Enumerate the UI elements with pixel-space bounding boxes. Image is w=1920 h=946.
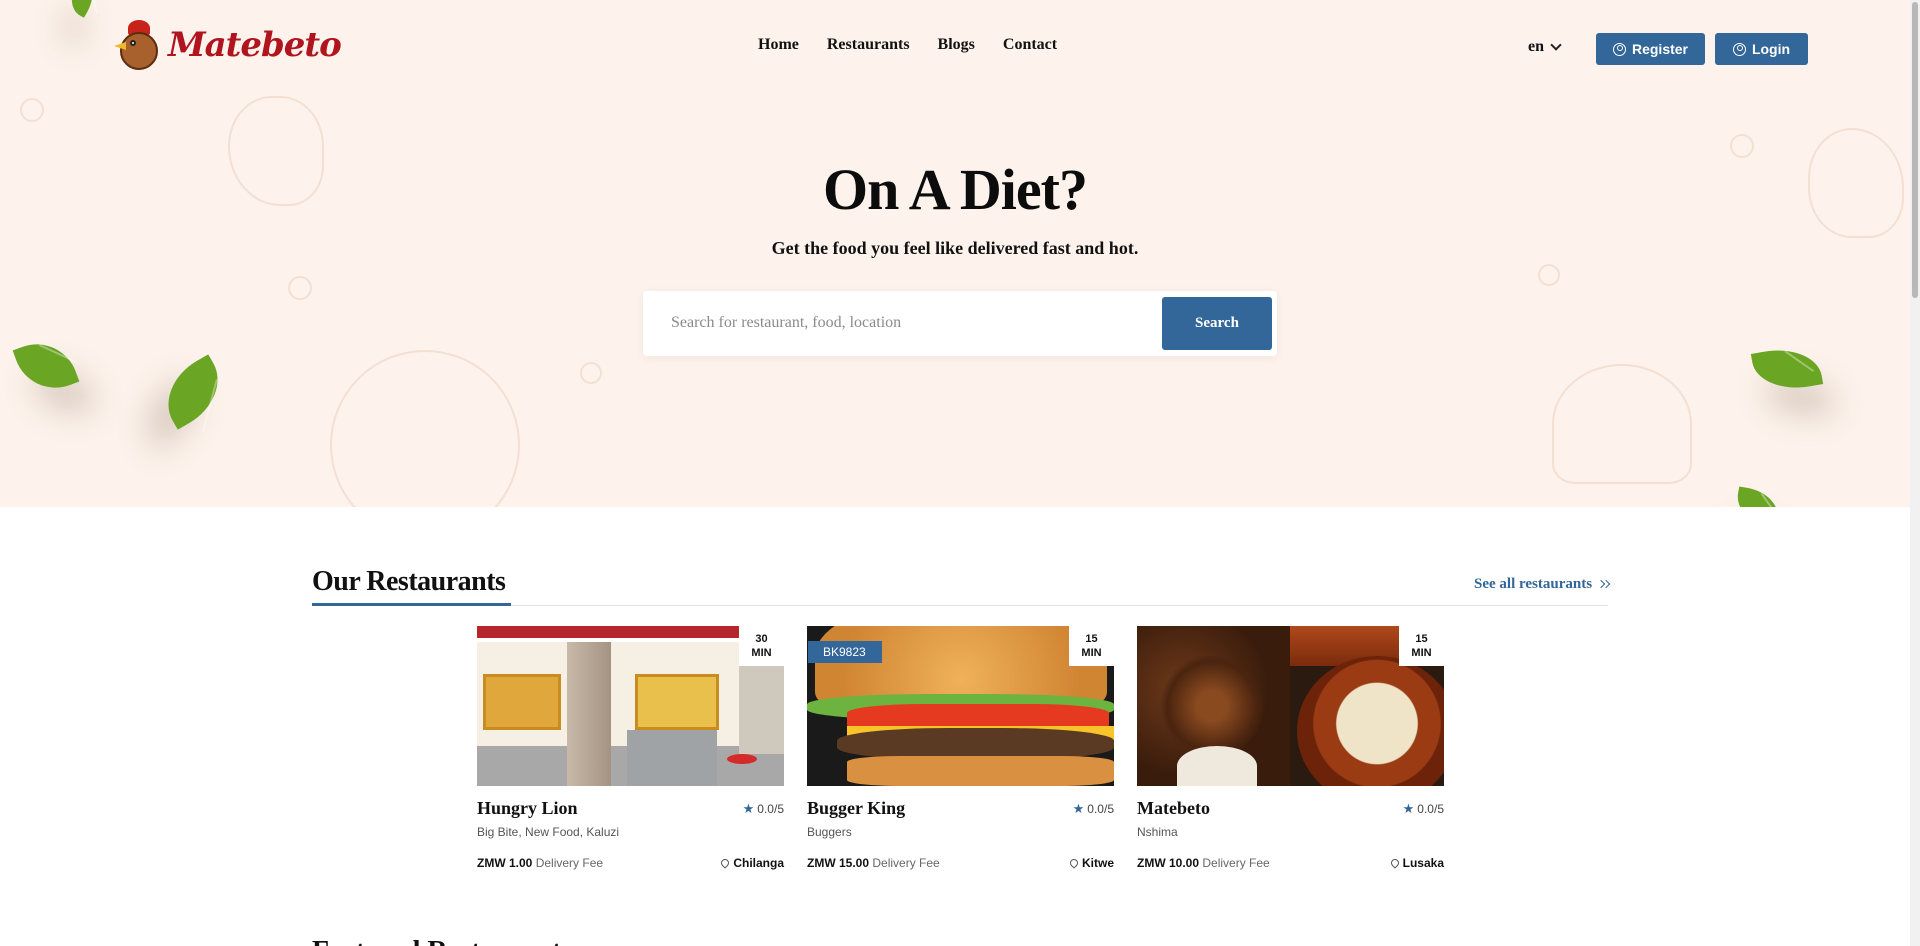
brand-logo[interactable]: Matebeto <box>114 18 342 72</box>
section-title: Our Restaurants <box>312 566 506 597</box>
map-pin-icon <box>1388 857 1401 869</box>
nav-restaurants[interactable]: Restaurants <box>827 36 910 54</box>
user-circle-icon <box>1732 42 1746 56</box>
restaurant-name[interactable]: Hungry Lion <box>477 798 578 819</box>
restaurant-image[interactable]: BK9823 15 MIN <box>807 626 1114 786</box>
restaurant-location: Lusaka <box>1388 856 1444 870</box>
search-button[interactable]: Search <box>1162 297 1272 350</box>
section-title-underline <box>312 603 511 606</box>
delivery-fee-label: Delivery Fee <box>872 856 940 870</box>
rooster-logo-icon <box>114 18 166 72</box>
delivery-fee-amount: ZMW 15.00 <box>807 856 870 870</box>
restaurant-card[interactable]: 30 MIN Hungry Lion ★ 0.0/5 Big Bite, New… <box>477 626 784 871</box>
restaurant-name[interactable]: Matebeto <box>1137 798 1210 819</box>
decorative-doodle <box>1552 364 1692 484</box>
login-label: Login <box>1751 41 1791 57</box>
restaurant-categories: Big Bite, New Food, Kaluzi <box>477 825 620 839</box>
delivery-fee-amount: ZMW 1.00 <box>477 856 533 870</box>
scrollbar-thumb[interactable] <box>1912 2 1918 298</box>
double-chevron-right-icon <box>1596 579 1611 590</box>
restaurant-categories: Nshima <box>1137 825 1178 839</box>
delivery-fee-label: Delivery Fee <box>535 856 604 870</box>
delivery-time-value: 15 <box>1085 633 1098 645</box>
rating-value: 0.0/5 <box>1087 802 1114 816</box>
location-value: Chilanga <box>733 856 784 870</box>
basil-leaf <box>152 354 234 430</box>
basil-leaf <box>1733 486 1783 507</box>
language-value: en <box>1528 38 1544 55</box>
restaurant-location: Chilanga <box>719 856 784 870</box>
register-label: Register <box>1631 41 1689 57</box>
decorative-doodle <box>20 98 44 122</box>
restaurant-card[interactable]: BK9823 15 MIN Bugger King ★ 0.0/5 Bugger… <box>807 626 1114 871</box>
search-input[interactable] <box>671 305 1141 341</box>
next-section-title: Featured Restaurants <box>312 936 572 946</box>
delivery-time-unit: MIN <box>1081 647 1102 659</box>
hero-subtitle: Get the food you feel like delivered fas… <box>771 238 1139 258</box>
delivery-time-value: 15 <box>1415 633 1428 645</box>
see-all-label: See all restaurants <box>1474 576 1593 592</box>
rating-value: 0.0/5 <box>757 802 784 816</box>
star-icon: ★ <box>742 801 755 816</box>
delivery-fee-label: Delivery Fee <box>1202 856 1270 870</box>
map-pin-icon <box>719 857 731 869</box>
delivery-fee: ZMW 15.00 Delivery Fee <box>807 856 940 870</box>
star-icon: ★ <box>1402 801 1415 816</box>
page-scrollbar[interactable] <box>1910 0 1920 946</box>
restaurant-categories: Buggers <box>807 825 852 839</box>
decorative-doodle <box>1538 264 1560 286</box>
rating-value: 0.0/5 <box>1417 802 1444 816</box>
chevron-down-icon <box>1550 39 1562 51</box>
nav-home[interactable]: Home <box>758 36 799 54</box>
restaurant-name[interactable]: Bugger King <box>807 798 905 819</box>
register-button[interactable]: Register <box>1596 33 1705 65</box>
decorative-doodle <box>288 276 312 300</box>
decorative-doodle <box>330 350 520 507</box>
see-all-restaurants-link[interactable]: See all restaurants <box>1474 576 1611 593</box>
restaurant-rating: ★ 0.0/5 <box>743 801 784 817</box>
basil-leaf <box>12 332 80 400</box>
site-header: Matebeto Home Restaurants Blogs Contact … <box>0 0 1920 96</box>
user-circle-icon <box>1612 42 1626 56</box>
login-button[interactable]: Login <box>1715 33 1808 65</box>
delivery-fee-amount: ZMW 10.00 <box>1137 856 1200 870</box>
delivery-time-unit: MIN <box>1411 647 1432 659</box>
delivery-time-badge: 15 MIN <box>1069 626 1114 666</box>
main-nav: Home Restaurants Blogs Contact <box>758 36 1085 54</box>
basil-leaf <box>1750 342 1824 396</box>
promo-code-badge: BK9823 <box>808 641 882 663</box>
restaurant-location: Kitwe <box>1068 856 1114 870</box>
language-selector[interactable]: en <box>1528 38 1562 56</box>
star-icon: ★ <box>1072 801 1085 816</box>
brand-name: Matebeto <box>168 25 342 65</box>
decorative-doodle <box>1730 134 1754 158</box>
delivery-fee: ZMW 1.00 Delivery Fee <box>477 856 603 870</box>
location-value: Kitwe <box>1081 856 1114 870</box>
decorative-doodle <box>580 362 602 384</box>
search-bar: Search <box>643 291 1277 356</box>
restaurant-rating: ★ 0.0/5 <box>1073 801 1114 817</box>
delivery-time-unit: MIN <box>751 647 772 659</box>
map-pin-icon <box>1068 857 1080 869</box>
delivery-time-value: 30 <box>755 633 768 645</box>
restaurant-rating: ★ 0.0/5 <box>1403 801 1444 817</box>
hero-title: On A Diet? <box>823 157 1088 222</box>
delivery-fee: ZMW 10.00 Delivery Fee <box>1137 856 1270 870</box>
restaurant-image[interactable]: 15 MIN <box>1137 626 1444 786</box>
delivery-time-badge: 15 MIN <box>1399 626 1444 666</box>
nav-blogs[interactable]: Blogs <box>938 36 975 54</box>
restaurant-card[interactable]: 15 MIN Matebeto ★ 0.0/5 Nshima ZMW 10.00… <box>1137 626 1444 871</box>
delivery-time-badge: 30 MIN <box>739 626 784 666</box>
nav-contact[interactable]: Contact <box>1003 36 1057 54</box>
location-value: Lusaka <box>1402 856 1444 870</box>
restaurant-image[interactable]: 30 MIN <box>477 626 784 786</box>
